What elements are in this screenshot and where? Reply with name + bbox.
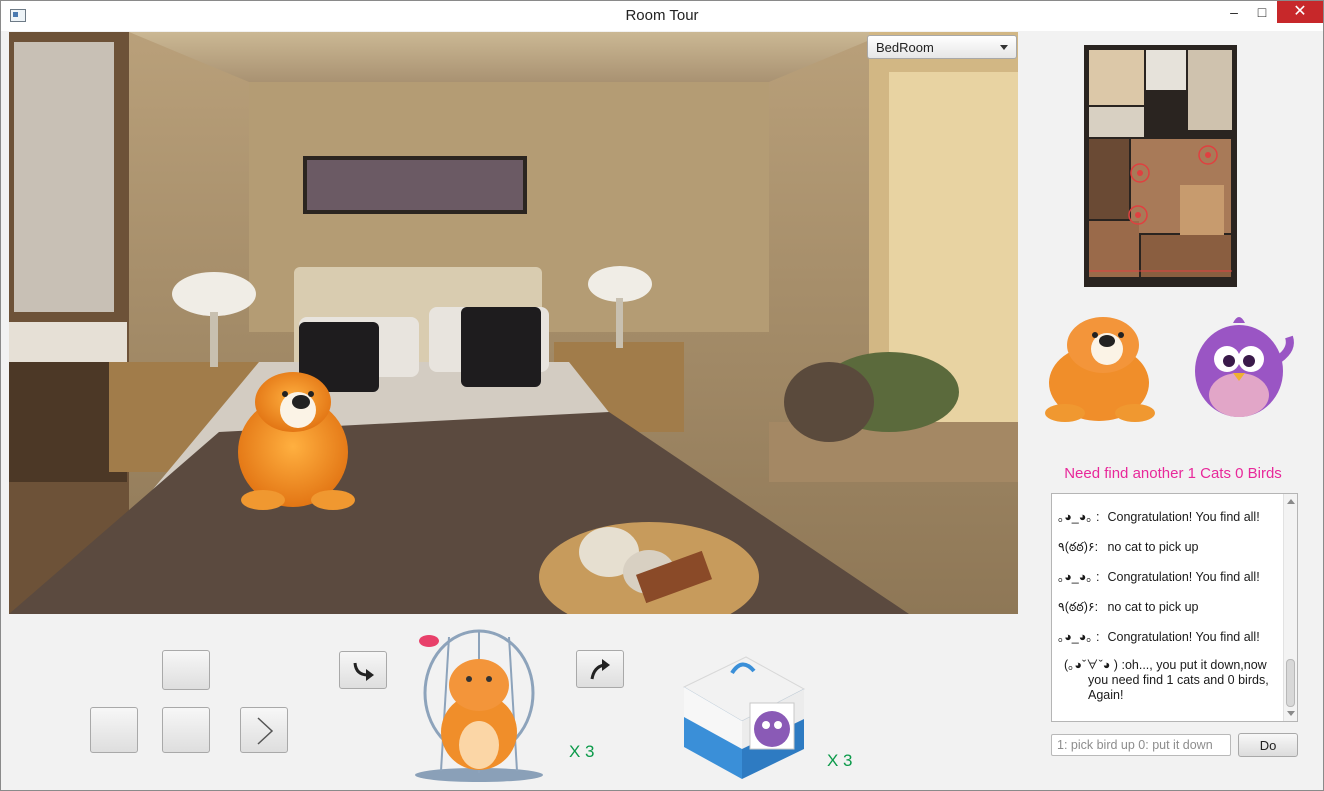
rotate-left-button[interactable] (339, 651, 387, 689)
log-entry: ｡◕_◕｡ : Congratulation! You find all! (1058, 508, 1280, 538)
chevron-down-icon (1000, 45, 1008, 50)
log-entry: ٩(ఠఠ)۶: no cat to pick up (1058, 598, 1280, 628)
remaining-targets-status: Need find another 1 Cats 0 Birds (1064, 465, 1282, 482)
turn-down-right-arrow-icon (353, 662, 374, 681)
room-select[interactable]: BedRoom (867, 35, 1017, 59)
message-log-list: ｡◕_◕｡ : Congratulation! You find all! ٩(… (1058, 508, 1280, 703)
cats-caught-count: X 3 (569, 742, 595, 761)
scroll-thumb[interactable] (1286, 659, 1295, 707)
command-input[interactable] (1051, 734, 1231, 756)
log-face: ٩(ఠఠ)۶: (1058, 540, 1099, 554)
cat-target-icon (1045, 317, 1155, 422)
log-text: no cat to pick up (1107, 540, 1199, 554)
log-text: no cat to pick up (1107, 600, 1199, 614)
log-face: ٩(ఠఠ)۶: (1058, 600, 1099, 614)
log-face: ｡◕_◕｡ : (1058, 570, 1100, 584)
do-button[interactable]: Do (1238, 733, 1298, 757)
log-scrollbar[interactable] (1283, 494, 1297, 721)
scroll-down-icon[interactable] (1287, 711, 1295, 716)
move-back-button[interactable] (162, 707, 210, 753)
title-bar: Room Tour – □ ✕ (1, 1, 1323, 31)
birds-caught-count: X 3 (827, 751, 853, 770)
bird-target-icon (1195, 317, 1294, 417)
log-entry: ｡◕_◕｡ : Congratulation! You find all! (1058, 628, 1280, 658)
log-message: (｡◕ˇ∀ˇ◕ ) :oh..., you put it down,now yo… (1058, 658, 1280, 703)
maximize-button[interactable]: □ (1247, 1, 1277, 23)
window-title: Room Tour (625, 7, 699, 24)
log-entry: ٩(ఠఠ)۶: no cat to pick up (1058, 538, 1280, 568)
bird-carrier-icon[interactable] (676, 637, 808, 781)
room-view[interactable] (9, 32, 1018, 614)
log-face: ｡◕_◕｡ : (1058, 510, 1100, 524)
app-window: Room Tour – □ ✕ BedRoom X 3 X 3 Need fin… (0, 0, 1324, 791)
log-face: (｡◕ˇ∀ˇ◕ ) (1064, 658, 1118, 672)
move-left-button[interactable] (90, 707, 138, 753)
log-text: Congratulation! You find all! (1107, 510, 1260, 524)
cat-cage-icon[interactable] (409, 627, 559, 783)
rotate-right-button[interactable] (576, 650, 624, 688)
log-face: ｡◕_◕｡ : (1058, 630, 1100, 644)
close-button[interactable]: ✕ (1277, 1, 1323, 23)
log-entry: (｡◕ˇ∀ˇ◕ ) :oh..., you put it down,now yo… (1058, 658, 1280, 703)
bedroom-scene (9, 32, 1018, 614)
message-log[interactable]: ｡◕_◕｡ : Congratulation! You find all! ٩(… (1051, 493, 1298, 722)
move-forward-button[interactable] (162, 650, 210, 690)
log-text: Congratulation! You find all! (1107, 570, 1260, 584)
turn-up-right-arrow-icon (590, 659, 610, 680)
chevron-right-icon (257, 717, 274, 745)
room-select-value: BedRoom (876, 40, 934, 55)
log-entry: ｡◕_◕｡ : Congratulation! You find all! (1058, 568, 1280, 598)
move-right-button[interactable] (240, 707, 288, 753)
log-text: Congratulation! You find all! (1107, 630, 1260, 644)
floor-plan-map[interactable] (1084, 45, 1237, 287)
minimize-button[interactable]: – (1219, 1, 1249, 23)
scroll-up-icon[interactable] (1287, 499, 1295, 504)
